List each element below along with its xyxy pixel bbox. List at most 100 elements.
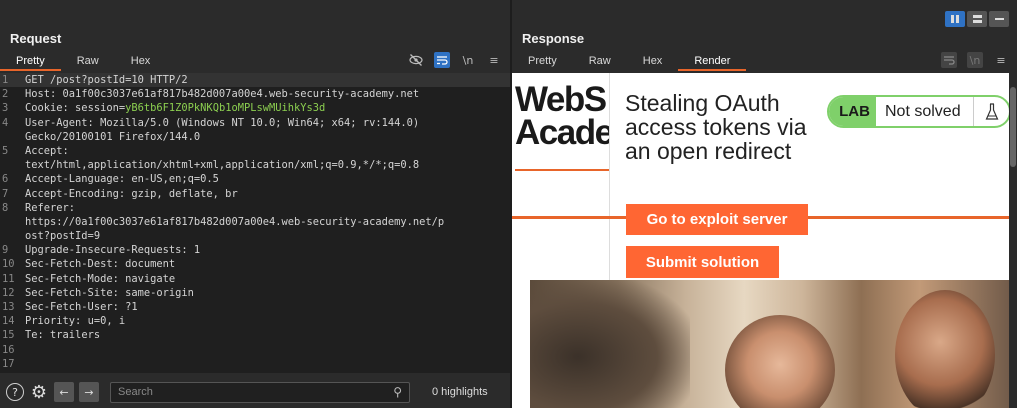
web-security-academy-logo[interactable]: WebS Acade (515, 83, 609, 193)
request-toolbar: \n ≡ (408, 52, 502, 68)
forward-arrow-icon[interactable]: → (79, 382, 99, 402)
eye-off-icon[interactable] (408, 52, 424, 68)
tab-raw[interactable]: Raw (573, 53, 627, 71)
search-icon[interactable]: ⚲ (393, 385, 402, 399)
header-name: Sec-Fetch-User: (25, 301, 119, 313)
editor-line[interactable]: 3 Cookie: session=yB6tb6F1Z0PkNKQb1oMPLsw… (0, 101, 510, 115)
tab-raw[interactable]: Raw (61, 53, 115, 71)
line-number: 5 (2, 144, 9, 157)
tab-pretty[interactable]: Pretty (0, 53, 61, 71)
editor-line[interactable]: 13 Sec-Fetch-User: ?1 (0, 300, 510, 314)
editor-line[interactable]: ost?postId=9 (0, 229, 510, 243)
editor-line[interactable]: 1 GET /post?postId=10 HTTP/2 (0, 73, 510, 88)
line-number: 4 (2, 116, 9, 129)
line-content: https://0a1f00c3037e61af817b482d007a00e4… (18, 215, 444, 229)
header-value: https://0a1f00c3037e61af817b482d007a00e4… (25, 215, 445, 228)
tab-pretty[interactable]: Pretty (512, 53, 573, 71)
line-content: ost?postId=9 (18, 229, 100, 243)
request-title: Request (10, 31, 62, 46)
editor-line[interactable]: Gecko/20100101 Firefox/144.0 (0, 130, 510, 144)
header-value: ?1 (118, 301, 138, 313)
line-number (0, 229, 18, 243)
search-placeholder: Search (118, 386, 153, 398)
header-name: Accept: (25, 144, 69, 157)
header-name: Sec-Fetch-Site: (25, 286, 119, 299)
line-content: Sec-Fetch-Dest: document (18, 257, 175, 271)
line-content: User-Agent: Mozilla/5.0 (Windows NT 10.0… (18, 116, 419, 130)
editor-line[interactable]: 6 Accept-Language: en-US,en;q=0.5 (0, 172, 510, 186)
line-content: Accept-Language: en-US,en;q=0.5 (18, 172, 219, 186)
line-content: Gecko/20100101 Firefox/144.0 (18, 130, 200, 144)
editor-line[interactable]: text/html,application/xhtml+xml,applicat… (0, 158, 510, 172)
header-value: 0a1f00c3037e61af817b482d007a00e4.web-sec… (56, 88, 420, 101)
menu-icon[interactable]: ≡ (993, 52, 1009, 68)
editor-line[interactable]: 7 Accept-Encoding: gzip, deflate, br (0, 187, 510, 201)
header-value: document (118, 258, 176, 271)
request-pane: Request Pretty Raw Hex \n ≡ 1 GET /post?p… (0, 30, 510, 408)
blog-post-image (530, 280, 1017, 408)
render-view: WebS Acade Stealing OAuth access tokens … (512, 73, 1017, 408)
line-content (18, 343, 25, 357)
lab-title: Stealing OAuth access tokens via an open… (625, 90, 807, 164)
help-icon[interactable]: ? (6, 383, 24, 401)
gear-icon[interactable]: ⚙ (29, 382, 49, 403)
header-value: 1 (187, 244, 201, 257)
editor-line[interactable]: 4 User-Agent: Mozilla/5.0 (Windows NT 10.… (0, 116, 510, 130)
newline-icon[interactable]: \n (967, 52, 983, 68)
newline-icon[interactable]: \n (460, 52, 476, 68)
logo-underline (515, 169, 609, 171)
response-title: Response (522, 31, 585, 46)
line-number: 15 (2, 329, 15, 342)
scrollbar-thumb[interactable] (1010, 87, 1016, 167)
editor-line[interactable]: 11 Sec-Fetch-Mode: navigate (0, 272, 510, 286)
line-number: 9 (2, 244, 9, 257)
layout-buttons (945, 11, 1009, 27)
submit-solution-button[interactable]: Submit solution (626, 246, 779, 278)
response-tabs: Pretty Raw Hex Render (512, 53, 747, 73)
header-separator (609, 73, 610, 283)
editor-line[interactable]: 8 Referer: (0, 201, 510, 215)
editor-line[interactable]: 12 Sec-Fetch-Site: same-origin (0, 286, 510, 300)
editor-line[interactable]: 9 Upgrade-Insecure-Requests: 1 (0, 243, 510, 257)
response-pane: Response Pretty Raw Hex Render \n ≡ WebS… (512, 30, 1017, 408)
editor-line[interactable]: 16 (0, 343, 510, 357)
line-content (18, 357, 25, 371)
editor-line[interactable]: 17 (0, 357, 510, 371)
wrap-icon[interactable] (434, 52, 450, 68)
menu-icon[interactable]: ≡ (486, 52, 502, 68)
header-name: Accept-Encoding: (25, 187, 126, 200)
tab-render[interactable]: Render (678, 53, 747, 71)
back-arrow-icon[interactable]: ← (54, 382, 74, 402)
editor-line[interactable]: 15 Te: trailers (0, 328, 510, 342)
line-number: 10 (2, 258, 15, 271)
line-content: GET /post?postId=10 HTTP/2 (18, 73, 188, 87)
render-scrollbar[interactable] (1009, 73, 1017, 408)
header-name: Sec-Fetch-Dest: (25, 258, 119, 271)
editor-line[interactable]: https://0a1f00c3037e61af817b482d007a00e4… (0, 215, 510, 229)
line-number: 13 (2, 301, 15, 313)
editor-line[interactable]: 14 Priority: u=0, i (0, 314, 510, 328)
line-content: Accept: (18, 144, 69, 158)
go-to-exploit-server-button[interactable]: Go to exploit server (626, 204, 808, 235)
tab-hex[interactable]: Hex (627, 53, 679, 71)
line-number: 6 (2, 173, 9, 186)
wrap-icon[interactable] (941, 52, 957, 68)
tab-hex[interactable]: Hex (115, 53, 167, 71)
editor-line[interactable]: 5 Accept: (0, 144, 510, 158)
request-editor[interactable]: 1 GET /post?postId=10 HTTP/2 2 Host: 0a1f00… (0, 73, 510, 373)
header-name: Referer: (25, 201, 76, 214)
lab-status: Not solved (885, 102, 961, 120)
header-name: Upgrade-Insecure-Requests: (25, 244, 188, 257)
line-number (0, 215, 18, 229)
tabs-layout-button[interactable] (989, 11, 1009, 27)
search-input[interactable]: Search ⚲ (110, 381, 410, 403)
request-bottom-bar: ? ⚙ ← → Search ⚲ 0 highlights (0, 376, 510, 408)
split-vertical-layout-button[interactable] (945, 11, 965, 27)
flask-icon (973, 97, 1009, 126)
editor-line[interactable]: 10 Sec-Fetch-Dest: document (0, 257, 510, 271)
request-tabs: Pretty Raw Hex (0, 53, 166, 73)
editor-line[interactable]: 2 Host: 0a1f00c3037e61af817b482d007a00e4.… (0, 87, 510, 101)
logo-line-1: WebS (515, 83, 607, 119)
logo-line-2: Acade (515, 113, 609, 152)
split-horizontal-layout-button[interactable] (967, 11, 987, 27)
